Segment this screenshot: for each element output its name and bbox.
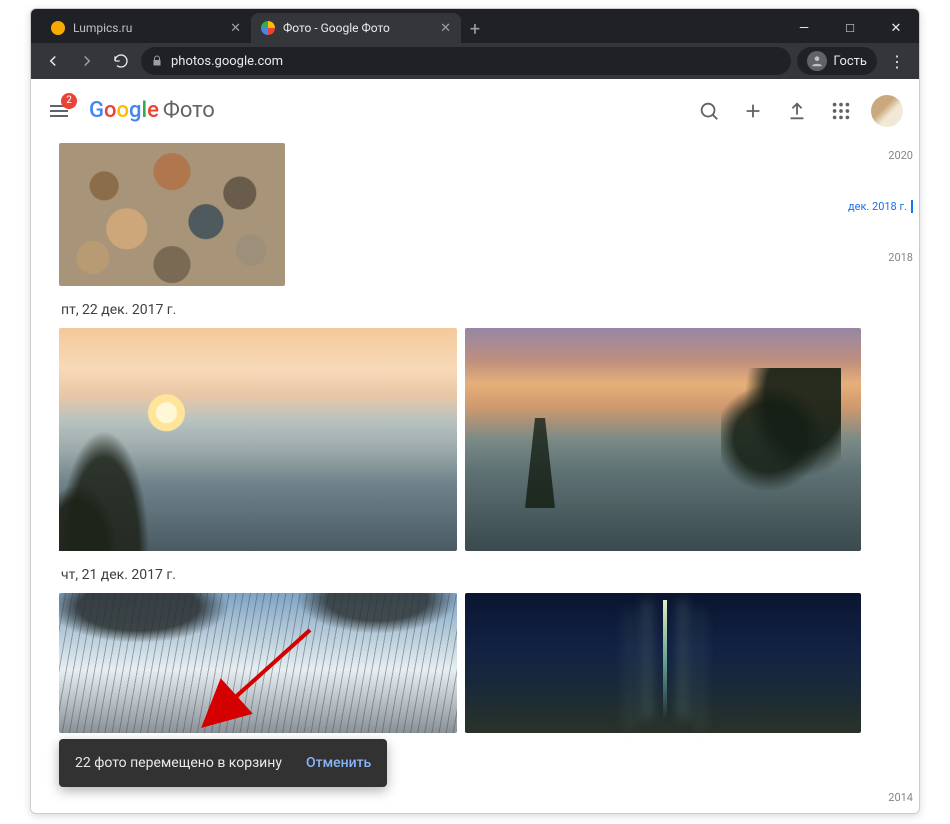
reload-button[interactable] — [107, 47, 135, 75]
timeline-year[interactable]: дек. 2018 г. — [848, 200, 913, 213]
titlebar: Lumpics.ru ✕ Фото - Google Фото ✕ + ― □ … — [31, 9, 919, 43]
omnibox[interactable]: photos.google.com — [141, 47, 791, 75]
photo-row — [59, 143, 907, 286]
snackbar-message: 22 фото перемещено в корзину — [75, 755, 282, 771]
app-name: Фото — [163, 98, 215, 123]
google-wordmark: Google — [89, 98, 159, 123]
forward-button[interactable] — [73, 47, 101, 75]
date-header: пт, 22 дек. 2017 г. — [61, 302, 907, 318]
timeline-year[interactable]: 2014 — [888, 791, 913, 804]
photo-row — [59, 593, 907, 733]
address-bar: photos.google.com Гость ⋮ — [31, 43, 919, 79]
tab-strip: Lumpics.ru ✕ Фото - Google Фото ✕ + — [31, 9, 489, 43]
photo-thumbnail[interactable] — [59, 143, 285, 286]
window-controls: ― □ ✕ — [781, 13, 919, 43]
photo-thumbnail[interactable] — [465, 328, 861, 551]
snackbar: 22 фото перемещено в корзину Отменить — [59, 739, 387, 787]
favicon-lumpics — [51, 21, 65, 35]
app-header: 2 Google Фото — [31, 79, 919, 143]
photo-grid: пт, 22 дек. 2017 г. чт, 21 дек. 2017 г. — [31, 143, 919, 733]
app-logo[interactable]: Google Фото — [89, 98, 215, 123]
profile-label: Гость — [833, 54, 867, 69]
photo-row — [59, 328, 907, 551]
profile-chip[interactable]: Гость — [797, 47, 877, 75]
new-tab-button[interactable]: + — [461, 15, 489, 43]
page-content: 2 Google Фото 2020 дек. — [31, 79, 919, 813]
apps-button[interactable] — [819, 89, 863, 133]
browser-window: Lumpics.ru ✕ Фото - Google Фото ✕ + ― □ … — [30, 8, 920, 814]
timeline-year[interactable]: 2018 — [888, 251, 913, 264]
account-avatar[interactable] — [871, 95, 903, 127]
upload-button[interactable] — [775, 89, 819, 133]
notification-badge: 2 — [61, 93, 77, 109]
favicon-photos — [261, 21, 275, 35]
photo-thumbnail[interactable] — [465, 593, 861, 733]
main-menu-button[interactable]: 2 — [47, 99, 71, 123]
search-button[interactable] — [687, 89, 731, 133]
url-text: photos.google.com — [171, 54, 283, 69]
close-window-button[interactable]: ✕ — [873, 13, 919, 43]
timeline-scrubber[interactable]: 2020 дек. 2018 г. 2018 2014 — [841, 149, 913, 264]
tab-title: Lumpics.ru — [73, 21, 132, 35]
date-header: чт, 21 дек. 2017 г. — [61, 567, 907, 583]
close-icon[interactable]: ✕ — [440, 21, 451, 36]
undo-button[interactable]: Отменить — [306, 755, 371, 771]
photo-thumbnail[interactable] — [59, 328, 457, 551]
tab-title: Фото - Google Фото — [283, 21, 390, 35]
timeline-year[interactable]: 2020 — [888, 149, 913, 162]
browser-menu-button[interactable]: ⋮ — [883, 47, 911, 75]
photo-thumbnail[interactable] — [59, 593, 457, 733]
maximize-button[interactable]: □ — [827, 13, 873, 43]
close-icon[interactable]: ✕ — [230, 21, 241, 36]
tab-lumpics[interactable]: Lumpics.ru ✕ — [41, 13, 251, 43]
tab-google-photos[interactable]: Фото - Google Фото ✕ — [251, 13, 461, 43]
photos-area: 2020 дек. 2018 г. 2018 2014 пт, 22 дек. … — [31, 143, 919, 813]
avatar-icon — [807, 51, 827, 71]
minimize-button[interactable]: ― — [781, 13, 827, 43]
lock-icon — [151, 55, 163, 67]
create-button[interactable] — [731, 89, 775, 133]
back-button[interactable] — [39, 47, 67, 75]
